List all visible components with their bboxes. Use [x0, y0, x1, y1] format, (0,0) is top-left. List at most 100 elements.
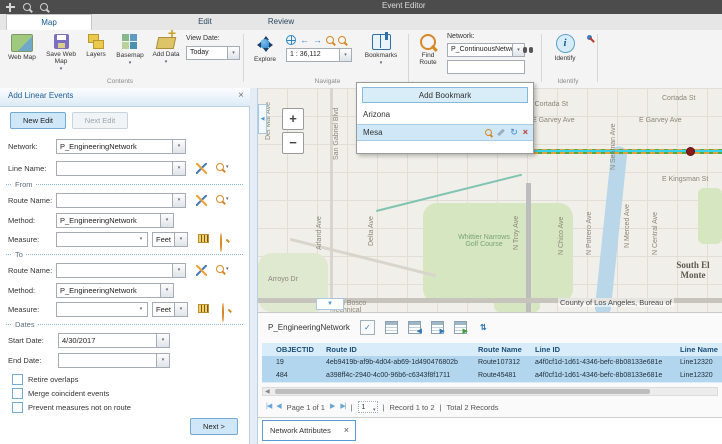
network-select[interactable]: P_EngineeringNetwork ▾ [56, 139, 186, 154]
previous-extent-icon[interactable]: ← [300, 36, 309, 45]
zoom-in-icon[interactable] [20, 1, 34, 13]
from-method-select[interactable]: P_EngineeringNetwork ▾ [56, 213, 174, 228]
chevron-down-icon[interactable]: ▾ [227, 47, 239, 59]
pan-icon[interactable] [3, 1, 17, 13]
web-map-button[interactable]: Web Map [4, 34, 40, 61]
column-objectid[interactable]: OBJECTID [272, 343, 322, 356]
tab-map[interactable]: Map [6, 14, 92, 31]
close-tab-icon[interactable]: × [344, 421, 349, 440]
tab-review[interactable]: Review [252, 14, 310, 29]
next-extent-icon[interactable]: → [313, 36, 322, 45]
route-input[interactable] [447, 60, 525, 74]
first-page-icon[interactable]: |◀ [266, 402, 271, 412]
save-web-map-button[interactable]: Save Web Map ▾ [44, 34, 78, 71]
chevron-down-icon[interactable]: ▾ [172, 264, 185, 277]
start-date-select[interactable]: 4/30/2017 ▾ [58, 333, 170, 348]
to-method-select[interactable]: P_EngineeringNetwork ▾ [56, 283, 174, 298]
select-records-icon[interactable]: ✓ [360, 320, 375, 335]
panel-splitter[interactable] [250, 88, 258, 444]
basemap-button[interactable]: Basemap ▾ [113, 34, 147, 65]
add-selection-icon[interactable]: ▶ [454, 321, 467, 334]
show-selected-icon[interactable]: ▶ [431, 321, 444, 334]
zoom-out-tool-icon[interactable] [338, 36, 346, 44]
to-route-name-select[interactable]: ▾ [56, 263, 186, 278]
column-route-id[interactable]: Route ID [322, 343, 474, 356]
chevron-down-icon[interactable]: ▾ [156, 334, 169, 347]
find-route-button[interactable]: Find Route [413, 34, 443, 66]
chevron-down-icon[interactable]: ▾ [135, 303, 147, 316]
update-bookmark-icon[interactable]: ↻ [510, 128, 518, 137]
collapse-table-button[interactable]: ▼ [316, 298, 344, 310]
network-select[interactable]: P_ContinuousNetwork ▾ [447, 43, 525, 57]
next-page-icon[interactable]: ▶ [330, 402, 335, 412]
chevron-down-icon[interactable]: ▾ [174, 233, 187, 246]
close-icon[interactable]: × [238, 90, 244, 102]
bookmarks-button[interactable]: Bookmarks ▾ [360, 34, 402, 65]
page-size-select[interactable]: 1▾ [358, 401, 378, 413]
sort-icon[interactable]: ⇅ [477, 321, 490, 334]
chevron-down-icon[interactable]: ▾ [172, 140, 185, 153]
map-zoom-in-button[interactable]: + [282, 108, 304, 130]
chevron-down-icon[interactable]: ▾ [160, 214, 173, 227]
zoom-to-line-icon[interactable]: ▾ [216, 163, 229, 171]
column-line-id[interactable]: Line ID [531, 343, 676, 356]
map-zoom-out-button[interactable]: − [282, 132, 304, 154]
chevron-down-icon[interactable]: ▾ [135, 233, 147, 246]
select-line-on-map-icon[interactable] [196, 163, 207, 174]
horizontal-scrollbar[interactable]: ◀ [262, 387, 718, 396]
zoom-to-route-icon[interactable]: ▾ [216, 195, 229, 203]
table-row[interactable]: 484 a398ff4c-2940-4c00-96b6-c6343f8f1711… [262, 369, 722, 383]
end-date-select[interactable]: ▾ [58, 353, 170, 368]
chevron-down-icon[interactable]: ▾ [174, 303, 187, 316]
identify-button[interactable]: i Identify [548, 34, 582, 62]
bookmark-item-arizona[interactable]: Arizona [357, 107, 533, 122]
column-line-name[interactable]: Line Name [676, 343, 722, 356]
zoom-to-bookmark-icon[interactable] [485, 129, 492, 136]
bookmark-item-mesa[interactable]: Mesa ↻ × [357, 124, 533, 141]
prevent-measures-checkbox[interactable] [12, 402, 23, 413]
chevron-down-icon[interactable]: ▾ [172, 194, 185, 207]
measure-ruler-icon[interactable] [198, 304, 209, 313]
zoom-to-route-icon[interactable]: ▾ [216, 265, 229, 273]
table-row[interactable]: 19 4eb9419b-af9b-4d04-ab69-1d490476802b … [262, 356, 722, 370]
full-extent-icon[interactable] [286, 35, 296, 45]
collapse-panel-button[interactable]: ◀ [258, 104, 267, 134]
delete-bookmark-icon[interactable]: × [523, 128, 528, 137]
retire-overlaps-checkbox[interactable] [12, 374, 23, 385]
last-page-icon[interactable]: ▶| [340, 402, 345, 412]
from-measure-input[interactable]: ▾ [56, 232, 148, 247]
zoom-out-icon[interactable] [37, 1, 51, 13]
next-button[interactable]: Next > [190, 418, 238, 435]
tab-network-attributes[interactable]: Network Attributes × [262, 420, 356, 441]
measure-ruler-icon[interactable] [198, 234, 209, 243]
merge-coincident-checkbox[interactable] [12, 388, 23, 399]
scroll-left-icon[interactable]: ◀ [265, 388, 270, 396]
zoom-to-measure-icon[interactable] [220, 233, 222, 252]
zoom-to-measure-icon[interactable] [222, 303, 224, 322]
layers-button[interactable]: Layers [82, 34, 110, 58]
add-bookmark-button[interactable]: Add Bookmark [362, 87, 528, 103]
select-route-on-map-icon[interactable] [196, 195, 207, 206]
scrollbar-thumb[interactable] [275, 389, 650, 394]
chevron-down-icon[interactable]: ▾ [339, 49, 351, 61]
scale-select[interactable]: 1 : 36,112 ▾ [286, 48, 352, 62]
zoom-in-tool-icon[interactable] [326, 36, 334, 44]
to-measure-input[interactable]: ▾ [56, 302, 148, 317]
switch-selection-icon[interactable]: ◀ [408, 321, 421, 334]
table-icon[interactable] [385, 321, 398, 334]
to-unit-select[interactable]: Feet ▾ [152, 302, 188, 317]
new-edit-button[interactable]: New Edit [10, 112, 66, 129]
from-route-name-select[interactable]: ▾ [56, 193, 186, 208]
explore-button[interactable]: Explore [250, 34, 280, 63]
line-name-select[interactable]: ▾ [56, 161, 186, 176]
view-date-select[interactable]: Today ▾ [186, 46, 240, 60]
chevron-down-icon[interactable]: ▾ [160, 284, 173, 297]
chevron-down-icon[interactable]: ▾ [172, 162, 185, 175]
column-route-name[interactable]: Route Name [474, 343, 531, 356]
next-edit-button[interactable]: Next Edit [72, 112, 128, 129]
add-data-button[interactable]: Add Data ▾ [150, 34, 182, 64]
edit-bookmark-icon[interactable] [497, 129, 505, 137]
from-unit-select[interactable]: Feet ▾ [152, 232, 188, 247]
chevron-down-icon[interactable]: ▾ [156, 354, 169, 367]
select-route-on-map-icon[interactable] [196, 265, 207, 276]
